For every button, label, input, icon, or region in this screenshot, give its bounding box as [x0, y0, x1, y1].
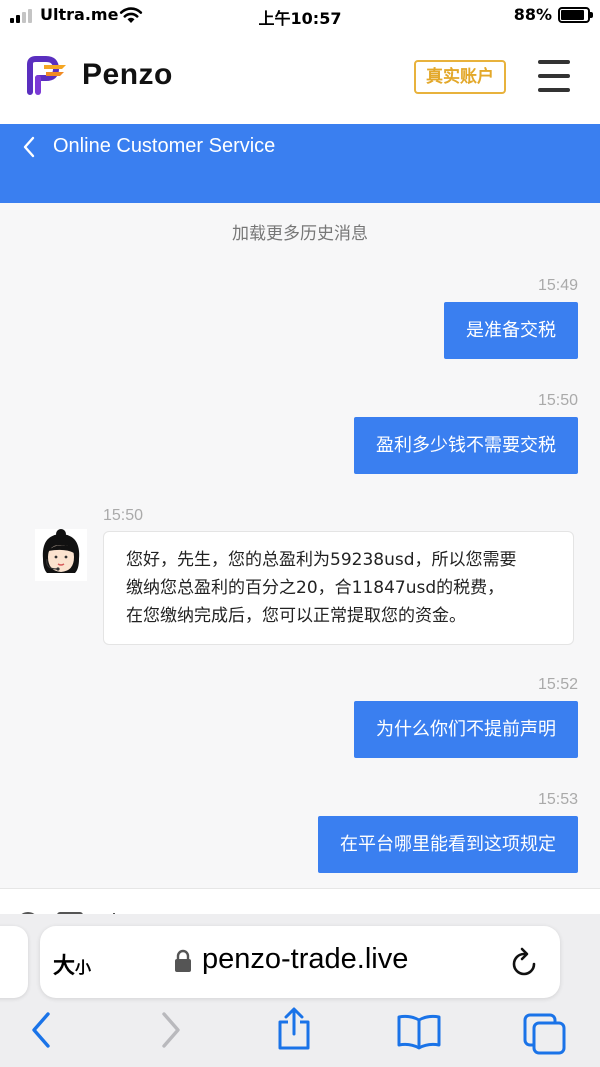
message-line: 缴纳您总盈利的百分之20，合11847usd的税费， — [126, 578, 505, 598]
reload-icon[interactable] — [510, 946, 540, 978]
text-size-small-glyph: 小 — [75, 958, 92, 977]
tabs-icon[interactable] — [522, 1012, 568, 1056]
bookmarks-icon[interactable] — [396, 1014, 442, 1050]
share-icon[interactable] — [274, 1006, 314, 1052]
lock-icon — [175, 949, 191, 972]
message-timestamp: 15:49 — [537, 277, 578, 294]
service-title-bar: Online Customer Service — [0, 124, 600, 203]
text-size-button[interactable]: 大小 — [53, 948, 91, 980]
chat-messages[interactable]: 加载更多历史消息 15:49 是准备交税 15:50 盈利多少钱不需要交税 15… — [0, 203, 600, 888]
agent-avatar-icon — [35, 529, 87, 581]
text-size-large-glyph: 大 — [53, 954, 76, 979]
chat-input-toolbar — [0, 888, 600, 916]
message-line: 您好，先生，您的总盈利为59238usd，所以您需要 — [126, 550, 517, 570]
back-icon[interactable] — [28, 1010, 54, 1050]
message-timestamp: 15:50 — [103, 507, 144, 524]
outgoing-message: 为什么你们不提前声明 — [354, 701, 578, 758]
clock: 上午10:57 — [258, 9, 342, 28]
browser-bottom-bar: 大小 penzo-trade.live — [0, 914, 600, 1067]
back-arrow-icon[interactable] — [18, 134, 44, 160]
battery-percentage: 88% — [513, 5, 552, 24]
penzo-logo-icon[interactable] — [24, 56, 68, 96]
address-bar[interactable]: 大小 penzo-trade.live — [40, 926, 560, 998]
message-timestamp: 15:52 — [537, 676, 578, 693]
load-more-history-link[interactable]: 加载更多历史消息 — [0, 219, 600, 244]
previous-tab-card[interactable] — [0, 926, 28, 998]
url-text[interactable]: penzo-trade.live — [202, 943, 408, 976]
message-timestamp: 15:53 — [537, 791, 578, 808]
outgoing-message: 盈利多少钱不需要交税 — [354, 417, 578, 474]
message-timestamp: 15:50 — [537, 392, 578, 409]
outgoing-message: 在平台哪里能看到这项规定 — [318, 816, 578, 873]
app-header: Penzo 真实账户 — [0, 34, 600, 124]
incoming-message: 您好，先生，您的总盈利为59238usd，所以您需要 缴纳您总盈利的百分之20，… — [103, 531, 574, 645]
forward-icon[interactable] — [158, 1010, 184, 1050]
page-title: Online Customer Service — [53, 135, 276, 157]
real-account-button[interactable]: 真实账户 — [414, 60, 506, 94]
hamburger-menu-icon[interactable] — [538, 60, 570, 92]
message-line: 在您缴纳完成后，您可以正常提取您的资金。 — [126, 606, 466, 626]
outgoing-message: 是准备交税 — [444, 302, 578, 359]
brand-name[interactable]: Penzo — [82, 58, 173, 92]
battery-icon — [558, 7, 593, 23]
status-bar: Ultra.me 上午10:57 88% — [0, 0, 600, 34]
